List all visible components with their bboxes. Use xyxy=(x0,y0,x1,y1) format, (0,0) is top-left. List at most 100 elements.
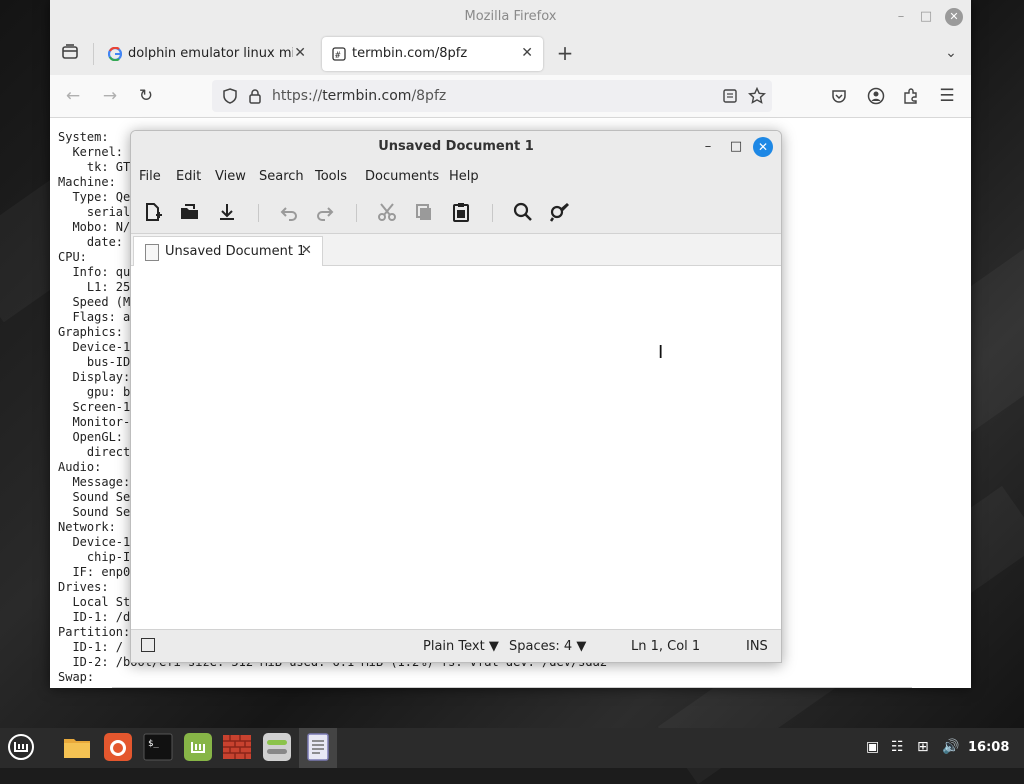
terminal-icon[interactable]: $_ xyxy=(143,732,173,762)
tab-overview-icon[interactable] xyxy=(59,43,81,65)
clock[interactable]: 16:08 xyxy=(968,740,1009,755)
tab-termbin[interactable]: # termbin.com/8pfz ✕ xyxy=(322,37,543,71)
output-line: Network: xyxy=(58,520,116,534)
close-tab-icon[interactable]: ✕ xyxy=(294,45,306,61)
lock-icon[interactable] xyxy=(248,88,262,104)
open-document-icon[interactable] xyxy=(178,200,202,224)
text-editor-icon[interactable] xyxy=(303,732,333,762)
minimize-button[interactable]: – xyxy=(892,8,910,26)
close-document-icon[interactable]: ✕ xyxy=(301,243,312,258)
navigation-bar: ← → ↻ https://termbin.com/8pfz ☰ xyxy=(50,75,971,118)
toolbar xyxy=(131,191,781,234)
settings-icon[interactable] xyxy=(262,732,292,762)
update-manager-icon[interactable]: ▣ xyxy=(866,739,879,755)
text-area[interactable]: I xyxy=(131,266,781,629)
volume-icon[interactable]: 🔊 xyxy=(942,739,959,755)
output-line: Partition: xyxy=(58,625,131,639)
forward-icon[interactable]: → xyxy=(99,85,121,107)
indent-selector[interactable]: Spaces: 4 ▼ xyxy=(509,639,586,654)
horizontal-scrollbar[interactable] xyxy=(112,687,912,688)
close-tab-icon[interactable]: ✕ xyxy=(521,45,533,61)
menu-help[interactable]: Help xyxy=(449,169,479,184)
svg-text:$_: $_ xyxy=(148,739,159,749)
termbin-icon: # xyxy=(332,47,346,61)
maximize-button[interactable]: □ xyxy=(917,8,935,26)
url-host: termbin.com xyxy=(322,88,412,104)
account-icon[interactable] xyxy=(867,87,885,105)
reader-view-icon[interactable] xyxy=(722,88,738,104)
output-line: Swap: xyxy=(58,670,95,684)
output-line: serial xyxy=(86,205,131,219)
output-line: Monitor- xyxy=(72,415,131,429)
paste-icon[interactable] xyxy=(449,200,473,224)
firewall-icon[interactable] xyxy=(222,732,252,762)
output-line: chip-I xyxy=(86,550,131,564)
files-icon[interactable] xyxy=(62,732,92,762)
close-button[interactable]: ✕ xyxy=(753,137,773,157)
output-line: date: xyxy=(86,235,124,249)
new-document-icon[interactable] xyxy=(141,200,165,224)
cursor-position[interactable]: Ln 1, Col 1 xyxy=(631,639,700,654)
mintinstall-icon[interactable] xyxy=(183,732,213,762)
reload-icon[interactable]: ↻ xyxy=(135,85,157,107)
cut-icon[interactable] xyxy=(375,200,399,224)
copy-icon[interactable] xyxy=(412,200,436,224)
menu-edit[interactable]: Edit xyxy=(176,169,201,184)
output-line: Drives: xyxy=(58,580,109,594)
tab-dolphin[interactable]: dolphin emulator linux mint ✕ xyxy=(98,37,316,71)
menu-tools[interactable]: Tools xyxy=(315,169,347,184)
undo-icon[interactable] xyxy=(277,200,301,224)
list-tabs-icon[interactable]: ⌄ xyxy=(940,42,962,64)
output-line: Sound Se xyxy=(72,505,131,519)
indent-label: Spaces: 4 xyxy=(509,639,573,654)
notes-icon[interactable]: ☷ xyxy=(891,739,904,755)
new-tab-icon[interactable]: + xyxy=(554,42,576,64)
back-icon[interactable]: ← xyxy=(62,85,84,107)
tab-bar: dolphin emulator linux mint ✕ # termbin.… xyxy=(50,33,971,75)
find-icon[interactable] xyxy=(511,200,535,224)
document-tab-bar: Unsaved Document 1 ✕ xyxy=(131,234,781,266)
redo-icon[interactable] xyxy=(313,200,337,224)
bookmark-star-icon[interactable] xyxy=(748,87,766,105)
document-tab[interactable]: Unsaved Document 1 ✕ xyxy=(133,236,323,266)
tab-label: dolphin emulator linux mint xyxy=(128,46,293,61)
menu-file[interactable]: File xyxy=(139,169,161,184)
editor-window-title: Unsaved Document 1 xyxy=(378,139,534,154)
output-line: bus-ID xyxy=(86,355,131,369)
url-bar[interactable]: https://termbin.com/8pfz xyxy=(212,80,772,112)
extensions-icon[interactable] xyxy=(902,87,920,105)
hamburger-menu-icon[interactable]: ☰ xyxy=(936,85,958,107)
network-icon[interactable]: ⊞ xyxy=(917,739,929,755)
output-line: IF: enp0 xyxy=(72,565,131,579)
output-line: Machine: xyxy=(58,175,116,189)
firefox-icon[interactable] xyxy=(103,732,133,762)
mint-menu-icon[interactable] xyxy=(6,732,36,762)
maximize-button[interactable]: □ xyxy=(726,137,746,157)
save-icon[interactable] xyxy=(215,200,239,224)
pocket-icon[interactable] xyxy=(831,88,847,104)
text-cursor-icon: I xyxy=(658,342,664,363)
syntax-selector[interactable]: Plain Text ▼ xyxy=(423,639,499,654)
insert-mode[interactable]: INS xyxy=(746,639,768,654)
output-line: System: xyxy=(58,130,109,144)
output-line: Device-1 xyxy=(72,340,131,354)
status-bar: Plain Text ▼ Spaces: 4 ▼ Ln 1, Col 1 INS xyxy=(131,629,781,662)
find-replace-icon[interactable] xyxy=(548,200,572,224)
shield-icon[interactable] xyxy=(222,88,238,104)
syntax-label: Plain Text xyxy=(423,639,485,654)
output-line: direct xyxy=(86,445,131,459)
side-panel-toggle-icon[interactable] xyxy=(141,638,155,652)
menu-bar: File Edit View Search Tools Documents He… xyxy=(131,163,781,191)
minimize-button[interactable]: – xyxy=(698,137,718,157)
output-line: Message: xyxy=(72,475,131,489)
close-button[interactable]: ✕ xyxy=(945,8,963,26)
menu-documents[interactable]: Documents xyxy=(365,169,439,184)
toolbar-separator xyxy=(258,204,259,222)
text-document-icon xyxy=(145,244,159,261)
taskbar: $_ ▣ ☷ ⊞ 🔊 16:08 xyxy=(0,728,1024,768)
menu-view[interactable]: View xyxy=(215,169,246,184)
output-line: tk: GT xyxy=(86,160,131,174)
dropdown-arrow-icon: ▼ xyxy=(576,639,587,654)
menu-search[interactable]: Search xyxy=(259,169,304,184)
output-line: Speed (M xyxy=(72,295,131,309)
